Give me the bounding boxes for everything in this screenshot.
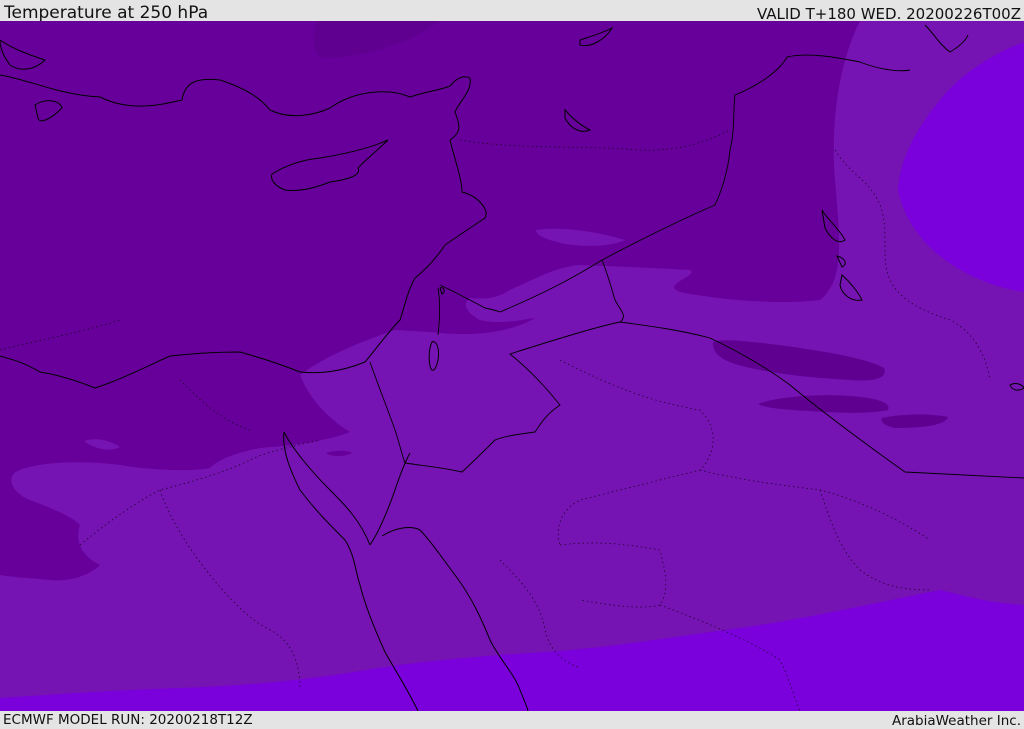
footer-bar: ECMWF MODEL RUN: 20200218T12Z ArabiaWeat… — [0, 711, 1024, 729]
map-title: Temperature at 250 hPa — [4, 3, 209, 23]
header-bar: Temperature at 250 hPa VALID T+180 WED. … — [0, 0, 1024, 23]
model-run-label: ECMWF MODEL RUN: 20200218T12Z — [3, 712, 253, 728]
temperature-map — [0, 21, 1024, 711]
credit-label: ArabiaWeather Inc. — [891, 713, 1021, 729]
